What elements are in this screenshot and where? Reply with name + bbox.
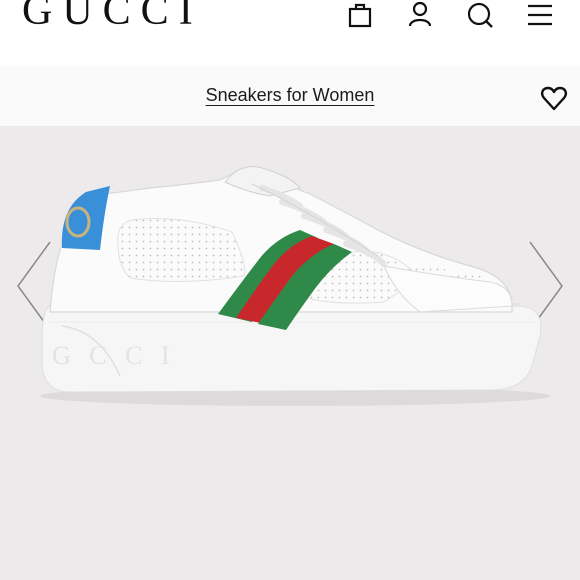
gucci-logo[interactable]: GUCCI bbox=[22, 0, 203, 36]
user-icon[interactable] bbox=[405, 0, 435, 30]
category-title-link[interactable]: Sneakers for Women bbox=[206, 85, 375, 105]
product-image-area: G C C I bbox=[0, 126, 580, 580]
search-icon[interactable] bbox=[465, 0, 495, 30]
site-header: GUCCI bbox=[0, 0, 580, 66]
shopping-bag-icon[interactable] bbox=[345, 0, 375, 30]
sole-logo-text: G C C I bbox=[52, 341, 176, 370]
category-bar: Sneakers for Women bbox=[0, 66, 580, 126]
sneaker-image: G C C I bbox=[40, 166, 550, 406]
menu-icon[interactable] bbox=[525, 0, 555, 30]
heart-icon[interactable] bbox=[540, 86, 568, 112]
